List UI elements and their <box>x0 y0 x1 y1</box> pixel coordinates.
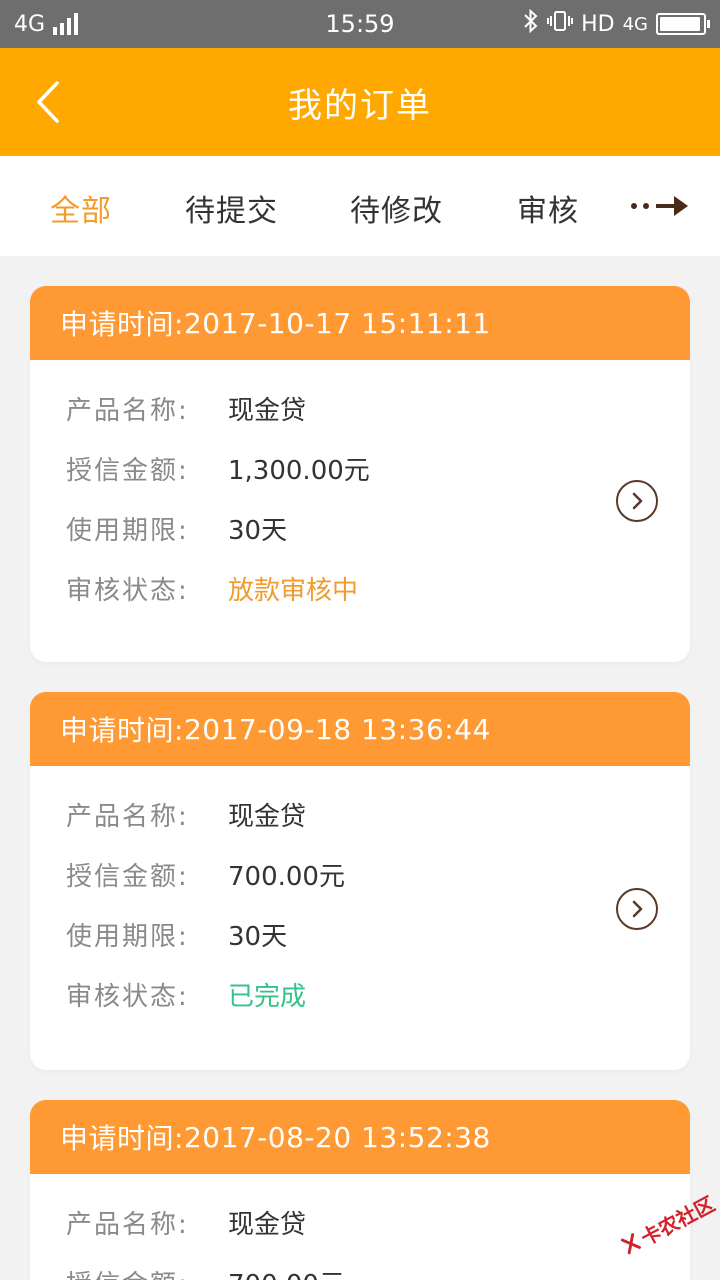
network-type: 4G <box>14 11 46 37</box>
order-card[interactable]: 申请时间:2017-08-20 13:52:38 产品名称: 现金贷 授信金额:… <box>30 1100 690 1280</box>
field-value: 现金贷 <box>228 395 307 426</box>
field-label: 使用期限: <box>66 921 189 952</box>
bluetooth-icon <box>523 8 539 39</box>
field-value: 700.00元 <box>228 861 345 892</box>
order-time: 申请时间: 2017-08-20 13:52:38 <box>30 1100 690 1174</box>
order-card[interactable]: 申请时间: 2017-09-18 13:36:44 产品名称: 现金贷 授信金额:… <box>30 692 690 1070</box>
chevron-right-circle-icon <box>632 492 643 510</box>
tab-pending-submit[interactable]: 待提交 <box>185 186 278 230</box>
field-label: 授信金额: <box>30 1264 228 1280</box>
order-time: 申请时间: 2017-10-17 15:11:11 <box>30 286 690 360</box>
field-label: 审核状态: <box>66 575 189 606</box>
field-value: 30天 <box>228 921 288 952</box>
field-value: 现金贷 <box>228 1209 307 1240</box>
back-button[interactable] <box>28 78 68 126</box>
field-value: 1,300.00元 <box>228 455 370 486</box>
order-time-value: 2017-09-18 13:36:44 <box>183 712 491 746</box>
field-review-status: 审核状态: 放款审核中 <box>30 558 690 618</box>
field-credit-amount: 授信金额: 1,300.00元 <box>30 438 690 498</box>
field-value: 700.00元 <box>228 1264 345 1280</box>
vibrate-icon <box>547 9 574 39</box>
field-label: 授信金额: <box>66 455 189 486</box>
field-label: 产品名称: <box>66 1209 189 1240</box>
order-time-value: 2017-10-17 15:11:11 <box>183 306 491 340</box>
order-time-label: 申请时间: <box>60 714 184 747</box>
order-time-label: 申请时间: <box>60 308 184 341</box>
more-tabs-button[interactable] <box>628 186 692 226</box>
field-term: 使用期限: 30天 <box>30 498 690 558</box>
tab-pending-edit[interactable]: 待修改 <box>350 186 443 230</box>
order-time: 申请时间: 2017-09-18 13:36:44 <box>30 692 690 766</box>
order-details: 产品名称: 现金贷 授信金额: 1,300.00元 使用期限: 30天 审核状态… <box>30 360 690 618</box>
order-time-label: 申请时间: <box>60 1122 184 1155</box>
network-type-right: 4G <box>622 13 648 35</box>
field-label: 审核状态: <box>66 981 189 1012</box>
status-bar: 4G 15:59 HD 4G <box>0 0 720 48</box>
battery-level <box>660 17 700 31</box>
hd-label: HD <box>581 11 615 37</box>
order-details: 产品名称: 现金贷 授信金额: 700.00元 <box>30 1174 690 1280</box>
field-label: 产品名称: <box>66 395 189 426</box>
field-term: 使用期限: 30天 <box>30 904 690 964</box>
more-arrow-icon <box>631 196 688 216</box>
chevron-right-circle-icon <box>632 900 643 918</box>
chevron-left-icon <box>37 81 59 123</box>
tab-review[interactable]: 审核 <box>517 186 579 230</box>
field-credit-amount: 授信金额: 700.00元 <box>30 844 690 904</box>
tab-bar: 全部 待提交 待修改 审核 <box>0 156 720 256</box>
field-review-status: 审核状态: 已完成 <box>30 964 690 1024</box>
field-label: 产品名称: <box>66 801 189 832</box>
field-credit-amount: 授信金额: 700.00元 <box>30 1252 690 1280</box>
status-badge: 放款审核中 <box>228 575 359 606</box>
battery-icon <box>656 13 710 35</box>
field-product-name: 产品名称: 现金贷 <box>30 784 690 844</box>
order-detail-button[interactable] <box>616 480 658 522</box>
status-badge: 已完成 <box>228 981 307 1012</box>
order-time-value: 2017-08-20 13:52:38 <box>183 1120 491 1154</box>
order-details: 产品名称: 现金贷 授信金额: 700.00元 使用期限: 30天 审核状态: … <box>30 766 690 1024</box>
order-card[interactable]: 申请时间: 2017-10-17 15:11:11 产品名称: 现金贷 授信金额:… <box>30 286 690 662</box>
field-product-name: 产品名称: 现金贷 <box>30 1192 690 1252</box>
watermark-text: 卡农社区 <box>636 1191 719 1251</box>
field-value: 现金贷 <box>228 801 307 832</box>
field-label: 授信金额: <box>66 861 189 892</box>
order-detail-button[interactable] <box>616 888 658 930</box>
tab-all[interactable]: 全部 <box>50 186 112 230</box>
app-header: 我的订单 <box>0 48 720 156</box>
field-label: 使用期限: <box>66 515 189 546</box>
page-title: 我的订单 <box>288 85 432 126</box>
field-value: 30天 <box>228 515 288 546</box>
signal-icon <box>53 13 79 35</box>
field-product-name: 产品名称: 现金贷 <box>30 378 690 438</box>
